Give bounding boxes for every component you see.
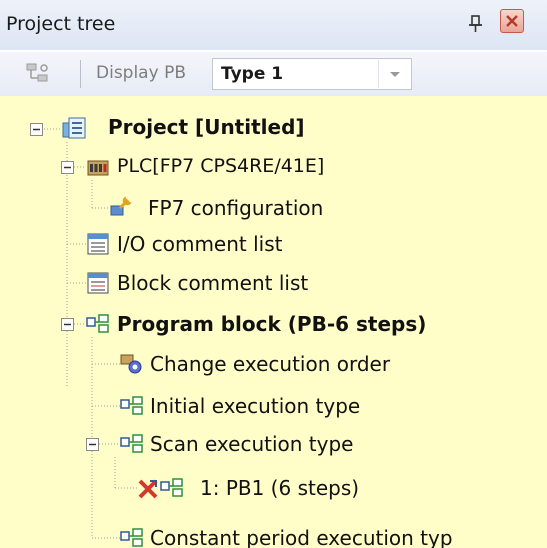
- io-comment-list-label: I/O comment list: [117, 232, 283, 256]
- collapse-toggle[interactable]: [30, 123, 43, 136]
- panel-title-bar: Project tree: [0, 0, 547, 50]
- program-block-icon: [160, 478, 183, 497]
- block-comment-list-icon: [87, 272, 109, 294]
- chevron-down-icon: [390, 72, 400, 77]
- project-tree: Project [Untitled] PLC[FP7 CPS4RE/41E] F…: [0, 96, 547, 548]
- display-pb-combo-value: Type 1: [221, 64, 284, 84]
- plc-unit-icon: [87, 160, 109, 176]
- pb1-label: 1: PB1 (6 steps): [200, 476, 360, 500]
- collapse-toggle[interactable]: [86, 438, 99, 451]
- change-order-gear-icon: [120, 354, 142, 374]
- error-x-icon: [138, 479, 158, 499]
- panel-toolbar: Display PB Type 1: [0, 52, 547, 96]
- display-pb-combo[interactable]: Type 1: [212, 58, 412, 90]
- project-icon: [62, 117, 86, 139]
- fp7-configuration-label: FP7 configuration: [148, 196, 324, 220]
- pin-icon[interactable]: [463, 10, 489, 36]
- panel-title: Project tree: [6, 13, 116, 35]
- collapse-toggle[interactable]: [61, 161, 74, 174]
- scan-execution-type-label: Scan execution type: [150, 432, 354, 456]
- change-execution-order-label: Change execution order: [150, 352, 391, 376]
- combo-dropdown-button[interactable]: [378, 60, 411, 88]
- project-tree-panel: Project tree Display PB Type 1 Project […: [0, 0, 547, 548]
- program-block-icon: [120, 528, 143, 547]
- tree-filter-icon[interactable]: [24, 61, 52, 87]
- constant-period-execution-type-label: Constant period execution typ: [150, 526, 453, 548]
- collapse-toggle[interactable]: [61, 318, 74, 331]
- program-block-icon: [120, 396, 143, 415]
- configuration-wrench-icon: [110, 196, 132, 216]
- program-block-label: Program block (PB-6 steps): [117, 312, 427, 336]
- program-block-icon: [120, 434, 143, 453]
- close-button[interactable]: [500, 9, 524, 33]
- close-icon: [506, 15, 518, 27]
- program-block-icon: [86, 314, 109, 333]
- io-comment-list-icon: [87, 233, 109, 255]
- plc-label: PLC[FP7 CPS4RE/41E]: [117, 155, 325, 177]
- initial-execution-type-label: Initial execution type: [150, 394, 361, 418]
- project-label: Project [Untitled]: [108, 115, 305, 139]
- block-comment-list-label: Block comment list: [117, 271, 309, 295]
- toolbar-separator: [80, 60, 81, 88]
- display-pb-label: Display PB: [96, 63, 186, 83]
